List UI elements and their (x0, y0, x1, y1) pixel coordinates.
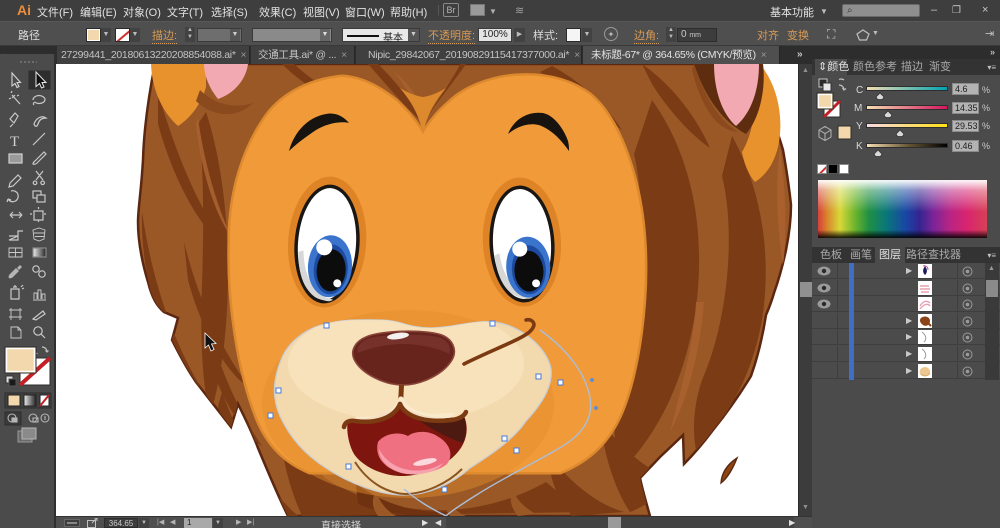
svg-text:T: T (10, 134, 19, 150)
